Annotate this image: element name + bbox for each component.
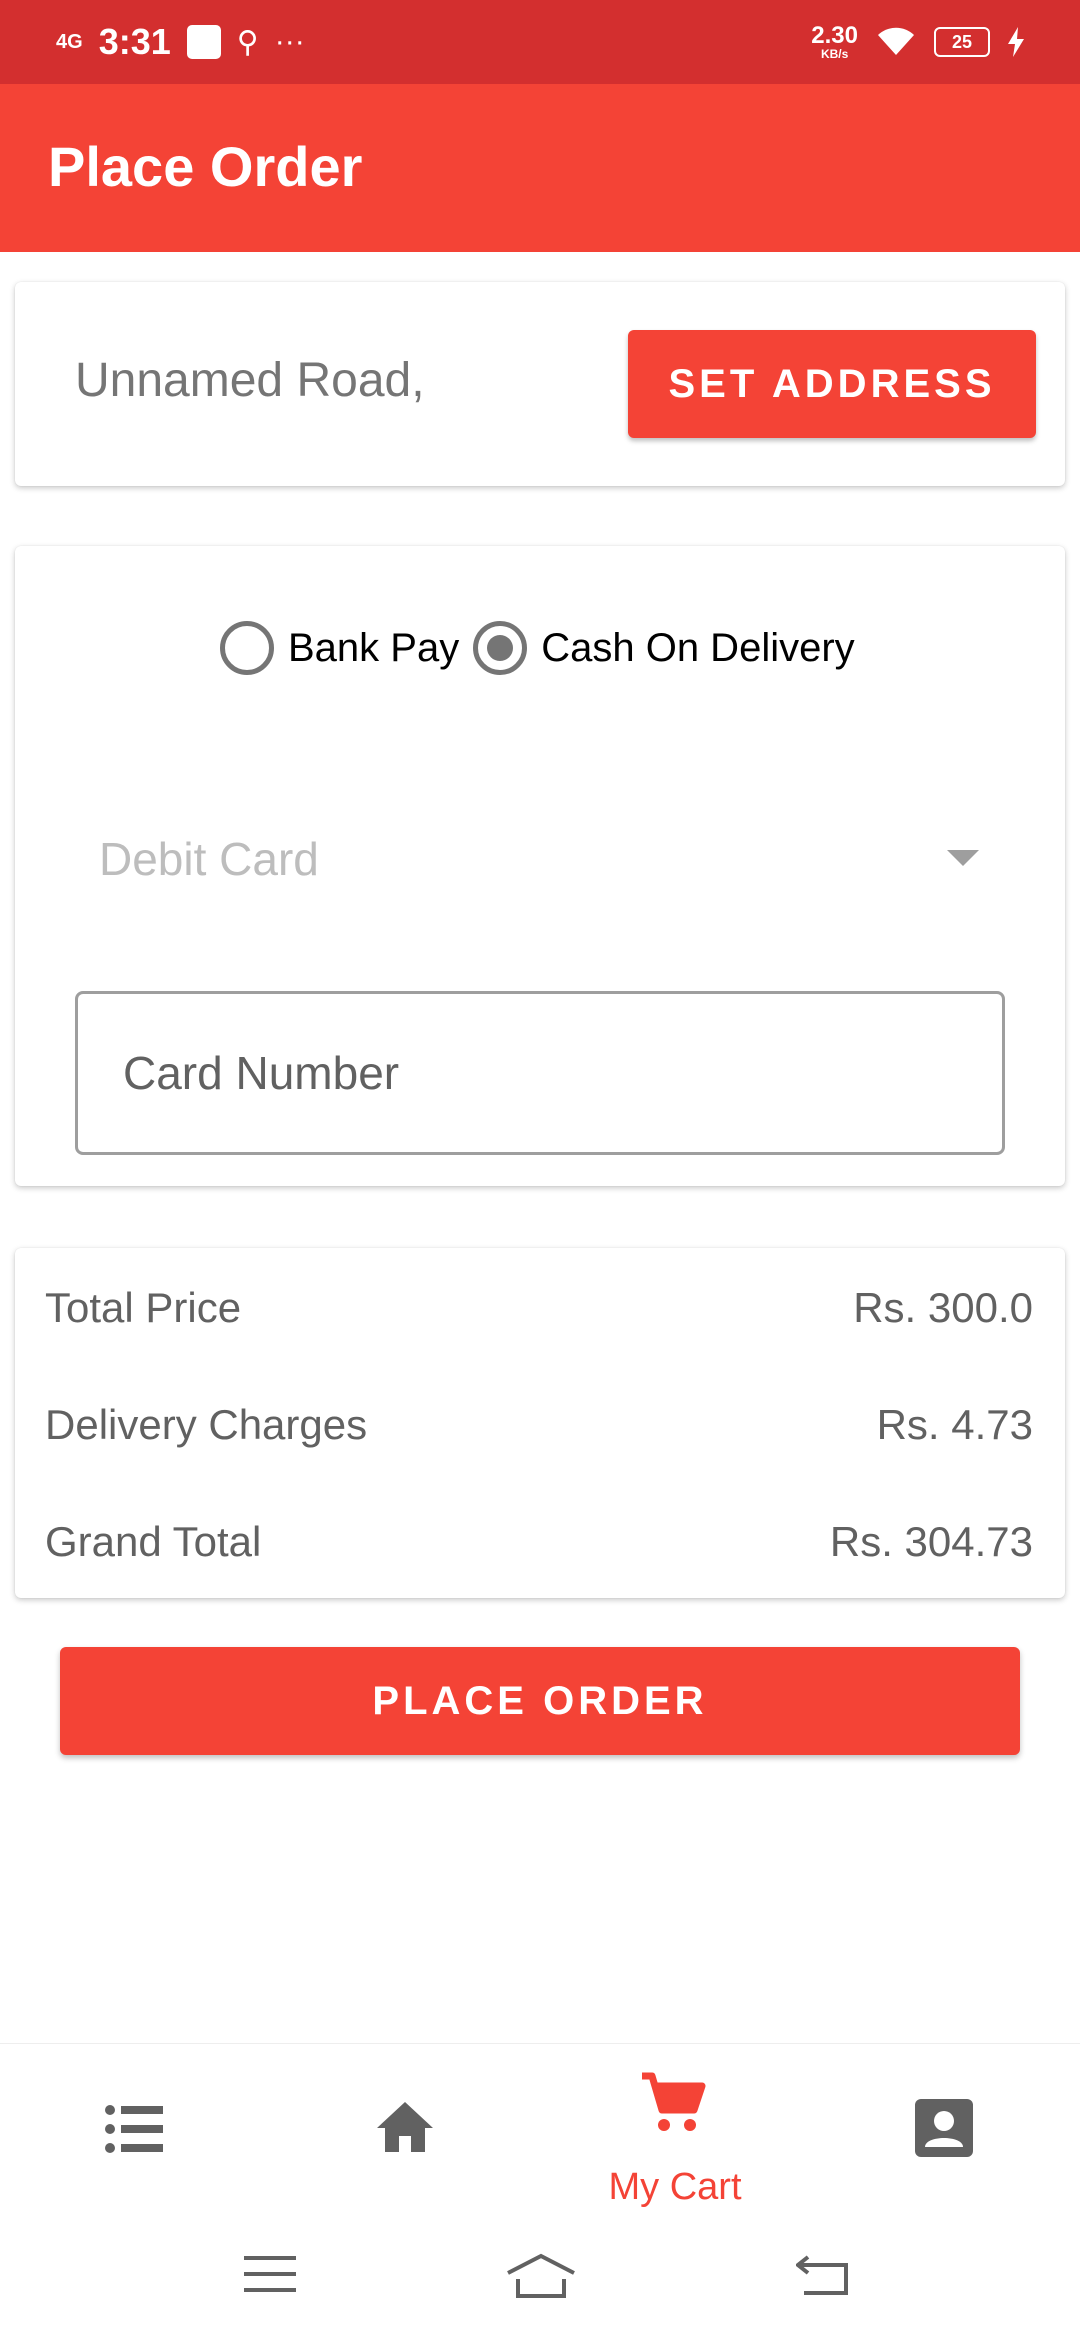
payment-method-group: Bank Pay Cash On Delivery [220, 616, 869, 680]
bank-pay-label[interactable]: Bank Pay [288, 626, 459, 671]
cash-on-delivery-radio[interactable] [473, 621, 528, 675]
payment-card: Bank Pay Cash On Delivery Debit Card [15, 546, 1065, 1186]
network-speed-unit: KB/s [820, 47, 849, 61]
wifi-icon [878, 27, 914, 55]
network-type-indicator: 4G [56, 31, 83, 53]
list-icon [105, 2105, 163, 2153]
set-address-button[interactable]: SET ADDRESS [628, 330, 1036, 438]
nav-item-categories[interactable] [0, 2044, 270, 2224]
total-price-value: Rs. 300.0 [853, 1284, 1033, 1331]
home-icon [377, 2102, 433, 2152]
place-order-button[interactable]: PLACE ORDER [60, 1647, 1020, 1755]
address-text: Unnamed Road, [75, 354, 425, 407]
grand-total-label: Grand Total [45, 1518, 262, 1565]
back-icon[interactable] [796, 2253, 850, 2297]
cash-on-delivery-label[interactable]: Cash On Delivery [541, 626, 854, 671]
battery-indicator: 25 [934, 27, 990, 57]
home-button-icon[interactable] [506, 2253, 576, 2299]
notification-app-icon [186, 25, 221, 59]
system-navigation-bar [0, 2223, 1080, 2340]
nav-label-my-cart: My Cart [608, 2166, 742, 2208]
network-speed-value: 2.30 [811, 22, 858, 49]
menu-icon[interactable] [244, 2253, 296, 2295]
total-price-label: Total Price [45, 1284, 242, 1331]
cart-icon [642, 2072, 706, 2131]
status-time: 3:31 [98, 21, 171, 62]
nav-item-my-cart[interactable]: My Cart [540, 2044, 810, 2224]
network-speed: 2.30 KB/s [811, 22, 858, 61]
grand-total-value: Rs. 304.73 [829, 1518, 1033, 1565]
total-price-row: Total Price Rs. 300.0 [45, 1278, 1033, 1338]
page-title: Place Order [48, 135, 363, 198]
account-icon [915, 2099, 973, 2157]
delivery-charges-value: Rs. 4.73 [876, 1401, 1033, 1448]
dropdown-arrow-icon [947, 850, 979, 866]
more-notifications-icon: ··· [274, 25, 305, 58]
delivery-charges-label: Delivery Charges [45, 1401, 368, 1448]
card-number-field[interactable] [75, 991, 1005, 1155]
usb-icon: ⚲ [236, 25, 259, 59]
status-bar: 4G 3:31 ⚲ ··· 2.30 KB/s 25 [0, 0, 1080, 84]
card-type-dropdown[interactable]: Debit Card [99, 812, 979, 902]
bank-pay-radio[interactable] [220, 621, 274, 675]
delivery-charges-row: Delivery Charges Rs. 4.73 [45, 1395, 1033, 1455]
card-type-selected: Debit Card [99, 833, 319, 885]
app-bar: Place Order [0, 84, 1080, 252]
nav-item-account[interactable] [810, 2044, 1080, 2224]
bottom-navigation: My Cart [0, 2043, 1080, 2224]
nav-item-home[interactable] [270, 2044, 540, 2224]
charging-icon [1008, 27, 1024, 57]
address-card: Unnamed Road, SET ADDRESS [15, 282, 1065, 486]
grand-total-row: Grand Total Rs. 304.73 [45, 1512, 1033, 1572]
order-summary-card: Total Price Rs. 300.0 Delivery Charges R… [15, 1248, 1065, 1598]
